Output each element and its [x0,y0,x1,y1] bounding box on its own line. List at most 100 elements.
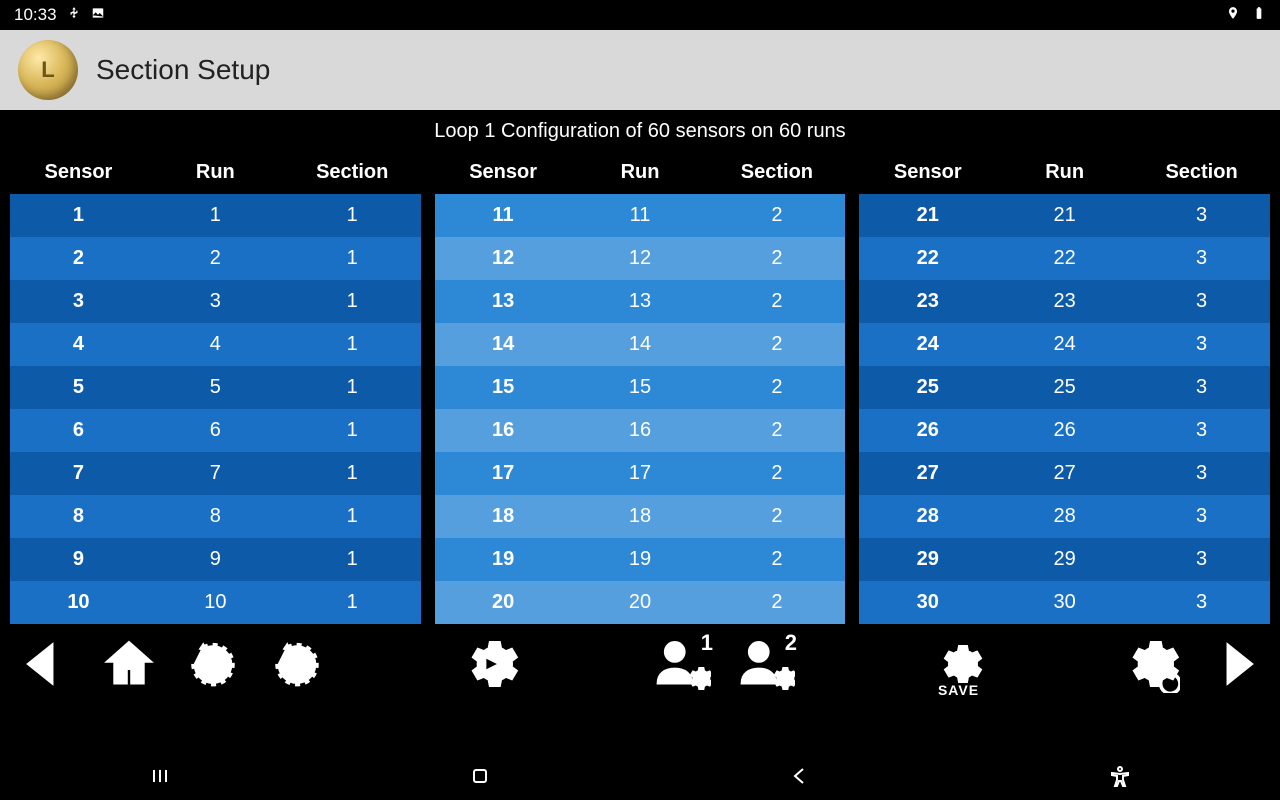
table-row[interactable]: 29293 [859,538,1270,581]
section-cell: 1 [284,462,421,485]
table-row[interactable]: 221 [10,237,421,280]
sensor-cell: 3 [10,290,147,313]
android-recent-apps-button[interactable] [130,764,190,794]
table-row[interactable]: 13132 [435,280,846,323]
table-row[interactable]: 22223 [859,237,1270,280]
table-row[interactable]: 771 [10,452,421,495]
section-cell: 2 [708,247,845,270]
run-cell: 12 [572,247,709,270]
table-row[interactable]: 25253 [859,366,1270,409]
sensor-cell: 28 [859,505,996,528]
app-logo-letter: L [41,57,54,83]
table-row[interactable]: 991 [10,538,421,581]
loop-2-button[interactable]: 2 [260,632,334,696]
sensor-cell: 1 [10,204,147,227]
sensor-table-1: Sensor Run Section 111221331441551661771… [10,151,421,624]
section-cell: 2 [708,548,845,571]
sensor-table-3: Sensor Run Section 212132222323233242432… [859,151,1270,624]
run-config-button[interactable] [453,632,527,696]
col-run: Run [572,151,709,194]
table-row[interactable]: 17172 [435,452,846,495]
save-label: SAVE [922,682,996,698]
sensor-cell: 19 [435,548,572,571]
run-cell: 20 [572,591,709,614]
run-cell: 13 [572,290,709,313]
svg-text:2: 2 [290,653,303,680]
section-cell: 3 [1133,505,1270,528]
table-row[interactable]: 881 [10,495,421,538]
table-row[interactable]: 21213 [859,194,1270,237]
sensor-cell: 2 [10,247,147,270]
section-cell: 2 [708,462,845,485]
user-1-button[interactable]: 1 [645,632,719,696]
section-cell: 2 [708,505,845,528]
table-row[interactable]: 551 [10,366,421,409]
section-cell: 3 [1133,290,1270,313]
picture-icon [91,5,105,25]
sensor-cell: 22 [859,247,996,270]
run-cell: 26 [996,419,1133,442]
sensor-cell: 23 [859,290,996,313]
sensor-cell: 15 [435,376,572,399]
android-status-bar: 10:33 [0,0,1280,30]
user-2-button[interactable]: 2 [729,632,803,696]
android-back-button[interactable] [770,764,830,794]
sensor-cell: 21 [859,204,996,227]
table-header: Sensor Run Section [435,151,846,194]
config-subtitle: Loop 1 Configuration of 60 sensors on 60… [0,110,1280,151]
home-button[interactable] [92,632,166,696]
table-row[interactable]: 14142 [435,323,846,366]
back-button[interactable] [8,632,82,696]
table-row[interactable]: 11112 [435,194,846,237]
col-sensor: Sensor [435,151,572,194]
section-cell: 3 [1133,376,1270,399]
table-row[interactable]: 10101 [10,581,421,624]
sensor-cell: 13 [435,290,572,313]
table-row[interactable]: 12122 [435,237,846,280]
section-cell: 3 [1133,247,1270,270]
loop-1-button[interactable]: 1 [176,632,250,696]
table-row[interactable]: 331 [10,280,421,323]
bottom-toolbar: 1 2 1 [0,624,1280,700]
sensor-cell: 5 [10,376,147,399]
table-row[interactable]: 16162 [435,409,846,452]
section-cell: 1 [284,505,421,528]
table-row[interactable]: 661 [10,409,421,452]
sensor-cell: 30 [859,591,996,614]
section-cell: 2 [708,419,845,442]
table-row[interactable]: 28283 [859,495,1270,538]
table-row[interactable]: 15152 [435,366,846,409]
forward-button[interactable] [1198,632,1272,696]
table-row[interactable]: 20202 [435,581,846,624]
section-cell: 1 [284,247,421,270]
table-row[interactable]: 27273 [859,452,1270,495]
section-cell: 1 [284,419,421,442]
table-row[interactable]: 441 [10,323,421,366]
table-row[interactable]: 26263 [859,409,1270,452]
run-cell: 9 [147,548,284,571]
table-row[interactable]: 18182 [435,495,846,538]
refresh-config-button[interactable] [1114,632,1188,696]
run-cell: 15 [572,376,709,399]
section-cell: 1 [284,290,421,313]
android-accessibility-button[interactable] [1090,764,1150,794]
section-cell: 3 [1133,591,1270,614]
table-row[interactable]: 23233 [859,280,1270,323]
run-cell: 21 [996,204,1133,227]
location-icon [1226,5,1240,25]
usb-icon [67,5,81,25]
run-cell: 7 [147,462,284,485]
section-cell: 2 [708,204,845,227]
table-row[interactable]: 19192 [435,538,846,581]
run-cell: 27 [996,462,1133,485]
save-button[interactable]: SAVE [922,632,996,696]
section-cell: 3 [1133,204,1270,227]
sensor-cell: 6 [10,419,147,442]
table-row[interactable]: 24243 [859,323,1270,366]
android-home-button[interactable] [450,764,510,794]
table-row[interactable]: 111 [10,194,421,237]
sensor-cell: 11 [435,204,572,227]
section-cell: 3 [1133,548,1270,571]
table-row[interactable]: 30303 [859,581,1270,624]
run-cell: 1 [147,204,284,227]
